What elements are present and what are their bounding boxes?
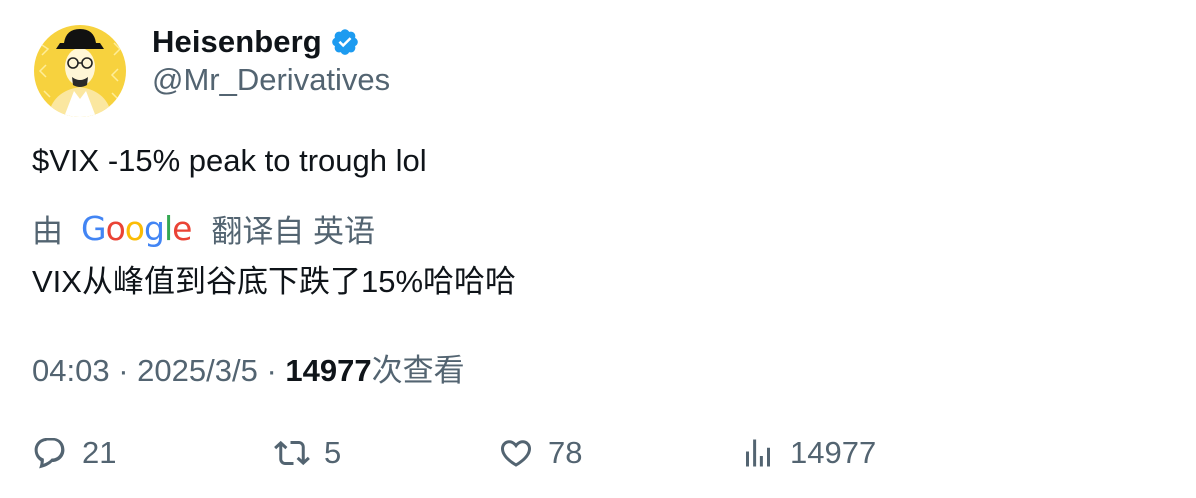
heisenberg-avatar-icon [34,25,126,117]
tweet-actions-bar: 21 5 78 14977 [0,428,1196,478]
translation-attribution: 由 Google 翻译自 英语 [32,207,375,249]
avatar[interactable] [34,25,126,117]
views-count: 14977 [285,353,372,388]
views-action-count: 14977 [790,435,877,470]
retweet-count: 5 [324,435,342,470]
like-button[interactable]: 78 [498,428,582,478]
meta-separator: · [266,353,277,388]
tweet-text: $VIX -15% peak to trough lol [32,143,427,178]
translated-text: VIX从峰值到谷底下跌了15%哈哈哈 [32,264,517,299]
translated-by-label: 由 [32,213,63,249]
views-chart-icon [746,439,770,467]
author-handle[interactable]: @Mr_Derivatives [152,62,390,98]
views-suffix: 次查看 [371,353,465,388]
meta-separator: · [118,353,129,388]
heart-icon [500,440,532,467]
verified-badge-icon [330,27,360,57]
author-display-name[interactable]: Heisenberg [152,24,322,60]
reply-icon [34,438,65,469]
tweet-meta: 04:03 · 2025/3/5 · 14977次查看 [32,345,465,390]
tweet-time[interactable]: 04:03 [32,353,110,388]
views-button[interactable]: 14977 [740,428,876,478]
retweet-button[interactable]: 5 [274,428,341,478]
reply-count: 21 [82,435,117,470]
reply-button[interactable]: 21 [32,428,116,478]
tweet-date[interactable]: 2025/3/5 [137,353,258,388]
google-logo[interactable]: Google [81,209,192,248]
translated-from-label[interactable]: 翻译自 英语 [211,206,375,251]
like-count: 78 [548,435,583,470]
retweet-icon [274,440,310,466]
author-name-row: Heisenberg [152,22,360,62]
